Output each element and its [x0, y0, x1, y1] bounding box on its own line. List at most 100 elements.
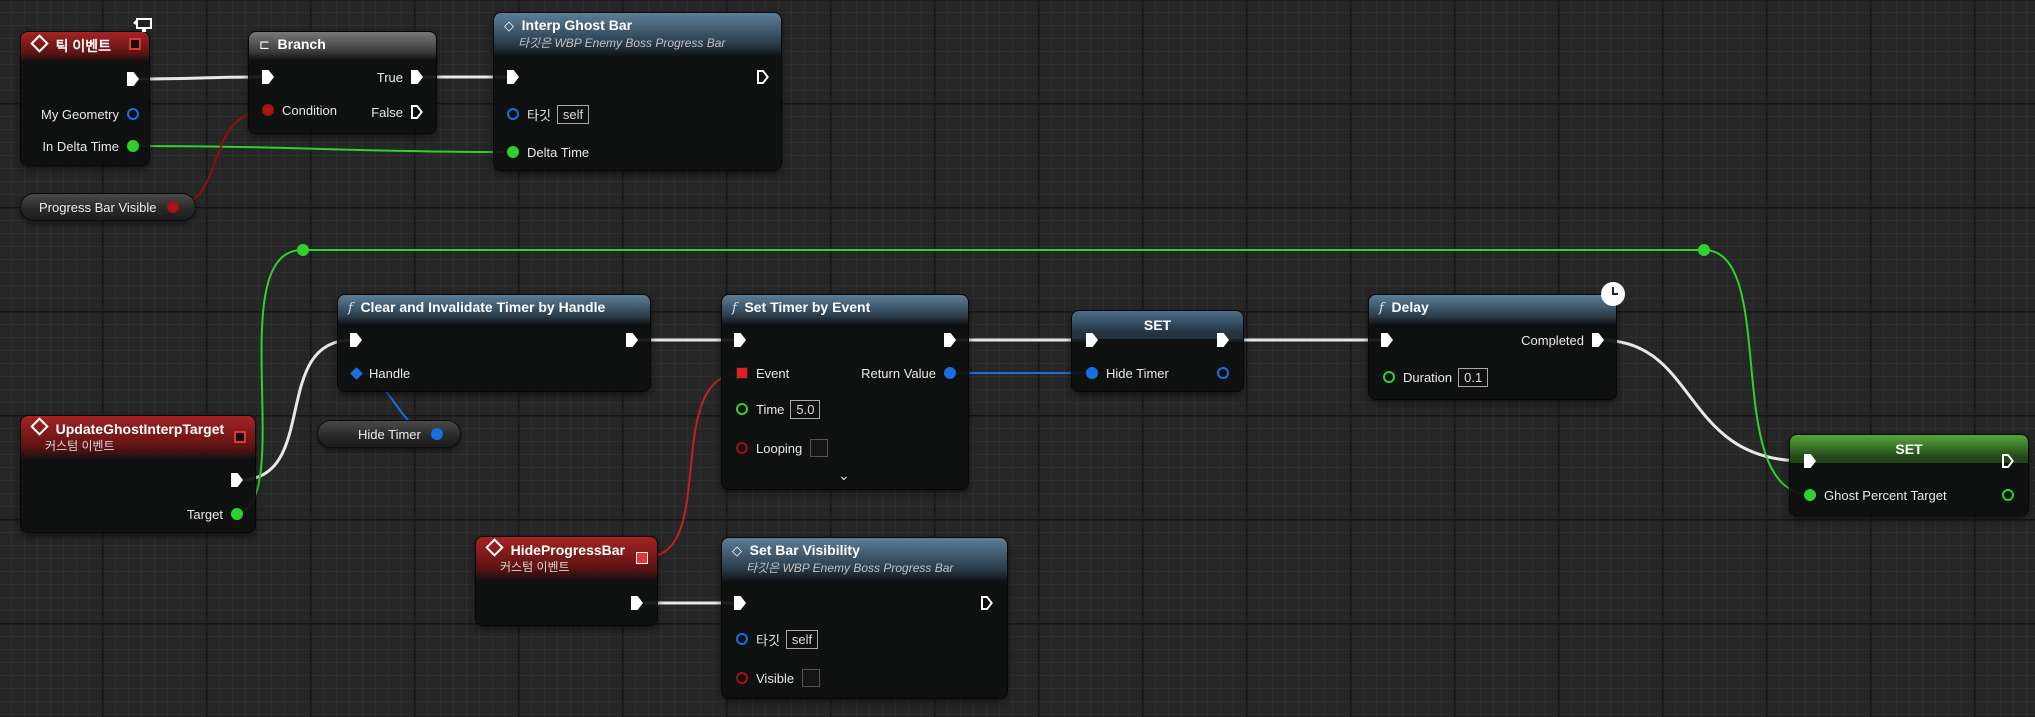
set-timer-by-event-node[interactable]: f Set Timer by Event Event Return Value … [722, 295, 968, 489]
exec-in-row [262, 67, 274, 87]
exec-out-pin[interactable] [127, 72, 139, 86]
time-pin[interactable] [736, 403, 748, 415]
ghost-in-pin[interactable] [1804, 489, 1816, 501]
hide-timer-out-row [1217, 363, 1229, 383]
hide-timer-out-pin[interactable] [1217, 367, 1229, 379]
ghost-row: Ghost Percent Target [1804, 485, 1947, 505]
delegate-pin[interactable] [129, 38, 141, 50]
exec-out-pin[interactable] [231, 473, 243, 487]
pin-label: Condition [282, 102, 337, 118]
node-header: ◇ Set Bar Visibility 타깃은 WBP Enemy Boss … [722, 538, 1007, 582]
chevron-down-icon[interactable]: ⌄ [838, 467, 850, 484]
node-title: HideProgressBar [510, 542, 626, 558]
exec-in-pin[interactable] [1804, 454, 1816, 468]
target-field[interactable]: self [556, 104, 590, 124]
duration-row: Duration 0.1 [1383, 367, 1489, 387]
event-row: Event [736, 363, 789, 383]
exec-out-pin[interactable] [757, 70, 769, 84]
pin-label: Target [186, 506, 223, 522]
node-title: Interp Ghost Bar [521, 17, 633, 33]
condition-pin[interactable] [262, 104, 274, 116]
node-title: SET [1895, 441, 1923, 457]
target-pin[interactable] [507, 108, 519, 120]
event-diamond-icon [30, 34, 49, 53]
target-pin[interactable] [231, 508, 243, 520]
exec-in-row [507, 67, 519, 87]
pin-label: Delta Time [527, 144, 590, 160]
handle-pin[interactable] [350, 366, 363, 380]
function-f-icon: f [348, 301, 353, 316]
node-header: f Delay [1369, 295, 1616, 325]
event-tick-node[interactable]: 틱 이벤트 My Geometry In Delta Time [21, 32, 149, 165]
geometry-pin[interactable] [127, 108, 139, 120]
exec-in-pin[interactable] [1086, 333, 1098, 347]
exec-in-pin[interactable] [350, 333, 362, 347]
time-row: Time 5.0 [736, 399, 821, 419]
return-value-row: Return Value [861, 363, 956, 383]
target-row: 타깃 self [736, 629, 819, 649]
interp-ghost-bar-node[interactable]: ◇ Interp Ghost Bar 타깃은 WBP Enemy Boss Pr… [494, 13, 781, 170]
exec-out-pin[interactable] [981, 596, 993, 610]
looping-pin[interactable] [736, 442, 748, 454]
exec-out-row [944, 330, 956, 350]
node-subtitle: 커스텀 이벤트 [500, 560, 570, 574]
duration-field[interactable]: 0.1 [1458, 367, 1489, 387]
handle-row: Handle [350, 363, 410, 383]
false-row: False [371, 102, 423, 122]
exec-out-pin[interactable] [626, 333, 638, 347]
clock-icon [1601, 282, 1625, 306]
delay-node[interactable]: f Delay Completed Duration 0.1 [1369, 295, 1616, 399]
hide-timer-var[interactable]: Hide Timer [318, 421, 460, 447]
completed-exec-pin[interactable] [1592, 333, 1604, 347]
looping-checkbox[interactable] [810, 439, 829, 457]
event-delegate-pin[interactable] [736, 367, 748, 379]
exec-in-pin[interactable] [734, 333, 746, 347]
clear-invalidate-timer-node[interactable]: f Clear and Invalidate Timer by Handle H… [338, 295, 650, 391]
node-header: ⊏ Branch [249, 32, 436, 60]
exec-in-pin[interactable] [262, 70, 274, 84]
target-row: Target [187, 504, 243, 524]
set-hide-timer-node[interactable]: SET Hide Timer [1072, 311, 1243, 391]
target-pin[interactable] [736, 633, 748, 645]
delegate-out-pin[interactable] [636, 552, 648, 564]
exec-in-pin[interactable] [1381, 333, 1393, 347]
node-header: ◇ Interp Ghost Bar 타깃은 WBP Enemy Boss Pr… [494, 13, 781, 57]
exec-out-pin[interactable] [1217, 333, 1229, 347]
time-field[interactable]: 5.0 [790, 399, 821, 419]
delta-time-pin[interactable] [507, 146, 519, 158]
progress-bar-visible-var[interactable]: Progress Bar Visible [21, 194, 195, 220]
visible-checkbox[interactable] [802, 669, 821, 687]
true-exec-pin[interactable] [411, 70, 423, 84]
exec-out-pin[interactable] [631, 596, 643, 610]
update-ghost-interp-target-node[interactable]: UpdateGhostInterpTarget 커스텀 이벤트 Target [21, 416, 255, 532]
return-value-pin[interactable] [944, 367, 956, 379]
hide-timer-in-pin[interactable] [1086, 367, 1098, 379]
bool-out-pin[interactable] [166, 201, 179, 213]
branch-icon: ⊏ [259, 37, 270, 52]
exec-in-pin[interactable] [734, 596, 746, 610]
node-title: Clear and Invalidate Timer by Handle [360, 299, 606, 315]
node-title: UpdateGhostInterpTarget [55, 421, 225, 437]
exec-out-pin[interactable] [2002, 454, 2014, 468]
node-header: f Clear and Invalidate Timer by Handle [338, 295, 650, 325]
exec-out-row [127, 69, 139, 89]
looping-row: Looping [736, 438, 829, 458]
wire-update-to-clear [238, 338, 354, 482]
branch-node[interactable]: ⊏ Branch Condition True False [249, 32, 436, 133]
node-subtitle: 커스텀 이벤트 [45, 439, 115, 453]
wire-delay-to-setghost [1598, 338, 1806, 463]
exec-in-pin[interactable] [507, 70, 519, 84]
ghost-out-pin[interactable] [2002, 489, 2014, 501]
set-ghost-percent-target-node[interactable]: SET Ghost Percent Target [1790, 435, 2028, 515]
delta-time-pin[interactable] [127, 140, 139, 152]
target-field[interactable]: self [785, 629, 819, 649]
delegate-pin[interactable] [234, 431, 246, 443]
false-exec-pin[interactable] [411, 105, 423, 119]
struct-out-pin[interactable] [430, 428, 443, 440]
node-title: Set Timer by Event [744, 299, 871, 315]
set-bar-visibility-node[interactable]: ◇ Set Bar Visibility 타깃은 WBP Enemy Boss … [722, 538, 1007, 698]
visible-pin[interactable] [736, 672, 748, 684]
hide-progress-bar-node[interactable]: HideProgressBar 커스텀 이벤트 [476, 537, 657, 625]
exec-out-pin[interactable] [944, 333, 956, 347]
duration-pin[interactable] [1383, 371, 1395, 383]
